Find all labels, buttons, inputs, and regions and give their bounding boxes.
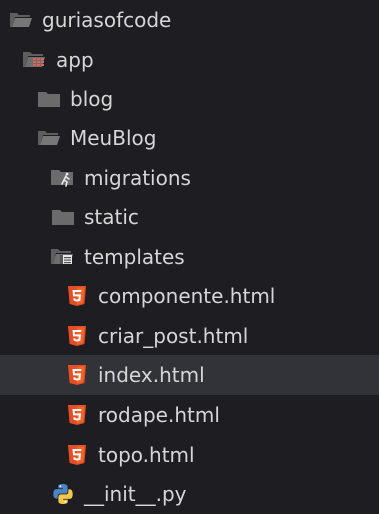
tree-item-label: topo.html	[98, 443, 195, 467]
python-icon	[50, 483, 76, 505]
folder-open-icon	[36, 127, 62, 149]
app-folder-open-icon	[22, 49, 48, 71]
tree-item-blog[interactable]: blog	[0, 79, 379, 119]
tree-item-guriasofcode[interactable]: guriasofcode	[0, 0, 379, 40]
html5-icon	[64, 364, 90, 386]
tree-item-app[interactable]: app	[0, 40, 379, 80]
tree-item-rodape-html[interactable]: rodape.html	[0, 395, 379, 435]
html5-icon	[64, 325, 90, 347]
tree-item-templates[interactable]: templates	[0, 237, 379, 277]
tree-item-label: app	[56, 48, 94, 72]
tree-item-label: MeuBlog	[70, 126, 157, 150]
tree-item-meublog[interactable]: MeuBlog	[0, 118, 379, 158]
tree-item-componente-html[interactable]: componente.html	[0, 276, 379, 316]
tree-item-static[interactable]: static	[0, 197, 379, 237]
folder-icon	[50, 206, 76, 228]
tree-item-topo-html[interactable]: topo.html	[0, 435, 379, 475]
tree-item-label: criar_post.html	[98, 324, 249, 348]
folder-icon	[36, 88, 62, 110]
folder-open-icon	[8, 9, 34, 31]
file-explorer-tree: guriasofcode app blog MeuBlog migrations…	[0, 0, 379, 506]
tree-item-label: blog	[70, 87, 114, 111]
html5-icon	[64, 444, 90, 466]
tree-item-index-html[interactable]: index.html	[0, 355, 379, 395]
templates-folder-open-icon	[50, 246, 76, 268]
tree-item-label: guriasofcode	[42, 8, 172, 32]
tree-item-init-py[interactable]: __init__.py	[0, 474, 379, 514]
html5-icon	[64, 404, 90, 426]
tree-item-label: rodape.html	[98, 403, 220, 427]
tree-item-criar-post-html[interactable]: criar_post.html	[0, 316, 379, 356]
tree-item-migrations[interactable]: migrations	[0, 158, 379, 198]
tree-item-label: static	[84, 205, 139, 229]
tree-item-label: componente.html	[98, 284, 276, 308]
tree-item-label: migrations	[84, 166, 191, 190]
migrations-folder-icon	[50, 167, 76, 189]
tree-item-label: templates	[84, 245, 185, 269]
tree-item-label: index.html	[98, 363, 205, 387]
tree-item-label: __init__.py	[84, 482, 187, 506]
html5-icon	[64, 285, 90, 307]
